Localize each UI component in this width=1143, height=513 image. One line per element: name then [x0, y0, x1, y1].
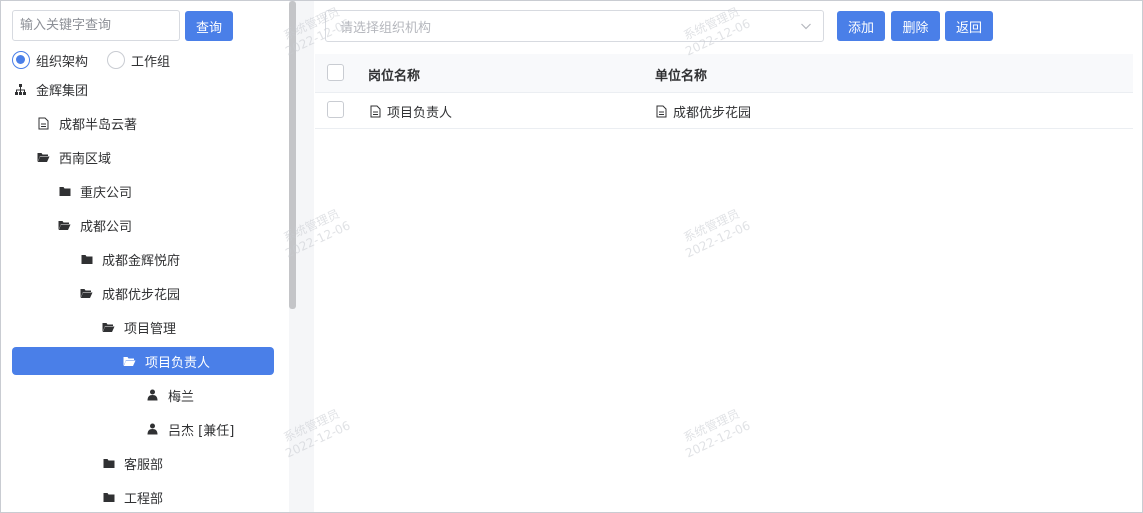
- cell-unit-text: 成都优步花园: [673, 106, 752, 121]
- tree-scrollbar-thumb[interactable]: [289, 1, 296, 309]
- folder-icon: [102, 457, 115, 470]
- select-all-checkbox[interactable]: [327, 64, 344, 81]
- document-icon: [37, 117, 50, 130]
- tree-node-label: 工程部: [124, 491, 164, 507]
- tree-node-chengdu-bandao[interactable]: 成都半岛云著: [37, 109, 137, 137]
- tree-node-label: 成都金辉悦府: [102, 253, 181, 269]
- table-header: 岗位名称 单位名称: [315, 54, 1133, 93]
- tree-node-label: 吕杰 [兼任]: [168, 423, 235, 439]
- cell-position: 项目负责人: [370, 102, 452, 121]
- column-header-unit: 单位名称: [655, 69, 708, 84]
- tree-node-lvjie[interactable]: 吕杰 [兼任]: [146, 415, 234, 443]
- tree-node-label: 客服部: [124, 457, 164, 473]
- tree-node-project-leader[interactable]: 项目负责人: [12, 347, 274, 375]
- tree-node-chengdu-youbu-garden[interactable]: 成都优步花园: [80, 279, 180, 307]
- tree-node-label: 项目管理: [124, 321, 177, 337]
- tree-node-chengdu-company[interactable]: 成都公司: [58, 211, 132, 239]
- tree-node-chongqing-company[interactable]: 重庆公司: [58, 177, 132, 205]
- cell-position-text: 项目负责人: [387, 106, 453, 121]
- tree-node-customer-service[interactable]: 客服部: [102, 449, 163, 477]
- tree-node-label: 成都公司: [80, 219, 133, 235]
- tree-node-project-management[interactable]: 项目管理: [102, 313, 176, 341]
- org-select-placeholder: 请选择组织机构: [340, 20, 432, 36]
- table-row[interactable]: 项目负责人 成都优步花园: [315, 93, 1133, 129]
- radio-checked-icon[interactable]: [12, 51, 30, 69]
- tree-node-chengdu-jinhui-yuefu[interactable]: 成都金辉悦府: [80, 245, 180, 273]
- tree-node-engineering[interactable]: 工程部: [102, 483, 163, 511]
- org-icon: [14, 83, 27, 96]
- radio-workgroup[interactable]: 工作组: [107, 49, 170, 71]
- document-icon: [370, 105, 381, 118]
- org-select-dropdown[interactable]: 请选择组织机构: [325, 10, 824, 42]
- document-icon: [656, 105, 667, 118]
- folder-open-icon: [58, 219, 71, 232]
- folder-open-icon: [37, 151, 50, 164]
- user-icon: [146, 389, 159, 402]
- back-button[interactable]: 返回: [945, 11, 993, 41]
- tree-node-jinhui-group[interactable]: 金辉集团: [14, 75, 88, 103]
- tree-node-label: 成都优步花园: [102, 287, 181, 303]
- tree-node-label: 西南区域: [59, 151, 112, 167]
- folder-open-icon: [123, 355, 136, 368]
- tree-node-meilan[interactable]: 梅兰: [146, 381, 194, 409]
- column-header-position: 岗位名称: [368, 69, 421, 84]
- radio-org-structure[interactable]: 组织架构: [12, 49, 88, 71]
- folder-open-icon: [102, 321, 115, 334]
- folder-icon: [80, 253, 93, 266]
- tree-node-label: 重庆公司: [80, 185, 133, 201]
- query-button[interactable]: 查询: [185, 11, 233, 41]
- row-checkbox[interactable]: [327, 101, 344, 118]
- folder-icon: [102, 491, 115, 504]
- org-tree-panel: 查询 组织架构 工作组 金辉集团 成都半岛云著 西南区域 重庆公司: [1, 1, 289, 512]
- chevron-down-icon: [800, 20, 812, 36]
- user-icon: [146, 423, 159, 436]
- radio-workgroup-label: 工作组: [131, 54, 171, 70]
- tree-node-label: 金辉集团: [36, 83, 89, 99]
- add-button[interactable]: 添加: [837, 11, 885, 41]
- cell-unit: 成都优步花园: [656, 102, 751, 121]
- tree-node-southwest-region[interactable]: 西南区域: [37, 143, 111, 171]
- tree-node-label: 成都半岛云著: [59, 117, 138, 133]
- tree-node-label: 项目负责人: [145, 355, 211, 371]
- radio-org-structure-label: 组织架构: [36, 54, 89, 70]
- tree-node-label: 梅兰: [168, 389, 195, 405]
- folder-icon: [58, 185, 71, 198]
- keyword-search-input[interactable]: [12, 10, 180, 41]
- delete-button[interactable]: 删除: [891, 11, 940, 41]
- folder-open-icon: [80, 287, 93, 300]
- radio-unchecked-icon[interactable]: [107, 51, 125, 69]
